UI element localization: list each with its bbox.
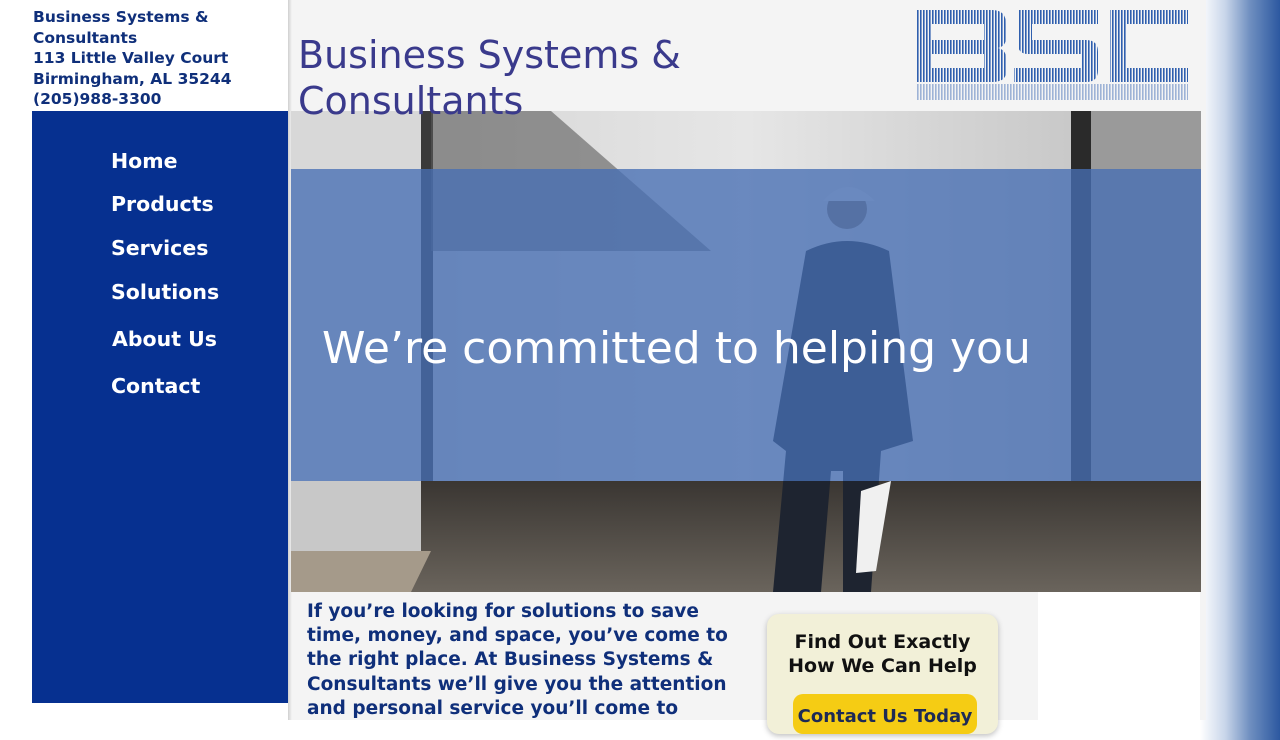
contact-us-button[interactable]: Contact Us Today bbox=[793, 694, 977, 734]
sidebar-nav: Home Products Services Solutions About U… bbox=[32, 111, 288, 703]
hero-tagline: We’re committed to helping you bbox=[322, 323, 1031, 374]
address-city: Birmingham, AL 35244 bbox=[33, 69, 232, 88]
intro-line: If you’re looking for solutions to save bbox=[307, 601, 699, 622]
nav-home[interactable]: Home bbox=[111, 149, 178, 173]
intro-line: time, money, and space, you’ve come to bbox=[307, 625, 728, 647]
intro-paragraph: If you’re looking for solutions to save … bbox=[307, 600, 728, 721]
address-street: 113 Little Valley Court bbox=[33, 49, 229, 67]
nav-about-us[interactable]: About Us bbox=[112, 327, 217, 351]
intro-line: Consultants we’ll give you the attention bbox=[307, 673, 727, 695]
nav-services[interactable]: Services bbox=[111, 236, 208, 260]
address-company-line2: Consultants bbox=[33, 28, 138, 47]
promo-heading-line2: How We Can Help bbox=[788, 655, 977, 677]
intro-line: the right place. At Business Systems & bbox=[307, 649, 714, 671]
intro-line: and personal service you’ll come to bbox=[307, 697, 679, 719]
address-phone: (205)988-3300 bbox=[33, 90, 162, 108]
right-panel bbox=[1038, 592, 1200, 720]
nav-contact[interactable]: Contact bbox=[111, 374, 200, 398]
nav-solutions[interactable]: Solutions bbox=[111, 280, 219, 304]
promo-heading: Find Out Exactly How We Can Help bbox=[767, 630, 998, 678]
site-title: Business Systems & Consultants bbox=[298, 32, 698, 124]
promo-heading-line1: Find Out Exactly bbox=[794, 631, 971, 653]
site-title-line1: Business Systems & bbox=[298, 33, 681, 77]
address-company: Business Systems & bbox=[33, 8, 209, 26]
hero-banner: We’re committed to helping you bbox=[291, 111, 1201, 592]
site-title-line2: Consultants bbox=[298, 79, 524, 123]
nav-products[interactable]: Products bbox=[111, 192, 214, 216]
bsc-logo bbox=[914, 10, 1190, 102]
contact-address: Business Systems & Consultants 113 Littl… bbox=[33, 7, 283, 110]
promo-box: Find Out Exactly How We Can Help Contact… bbox=[767, 614, 998, 734]
